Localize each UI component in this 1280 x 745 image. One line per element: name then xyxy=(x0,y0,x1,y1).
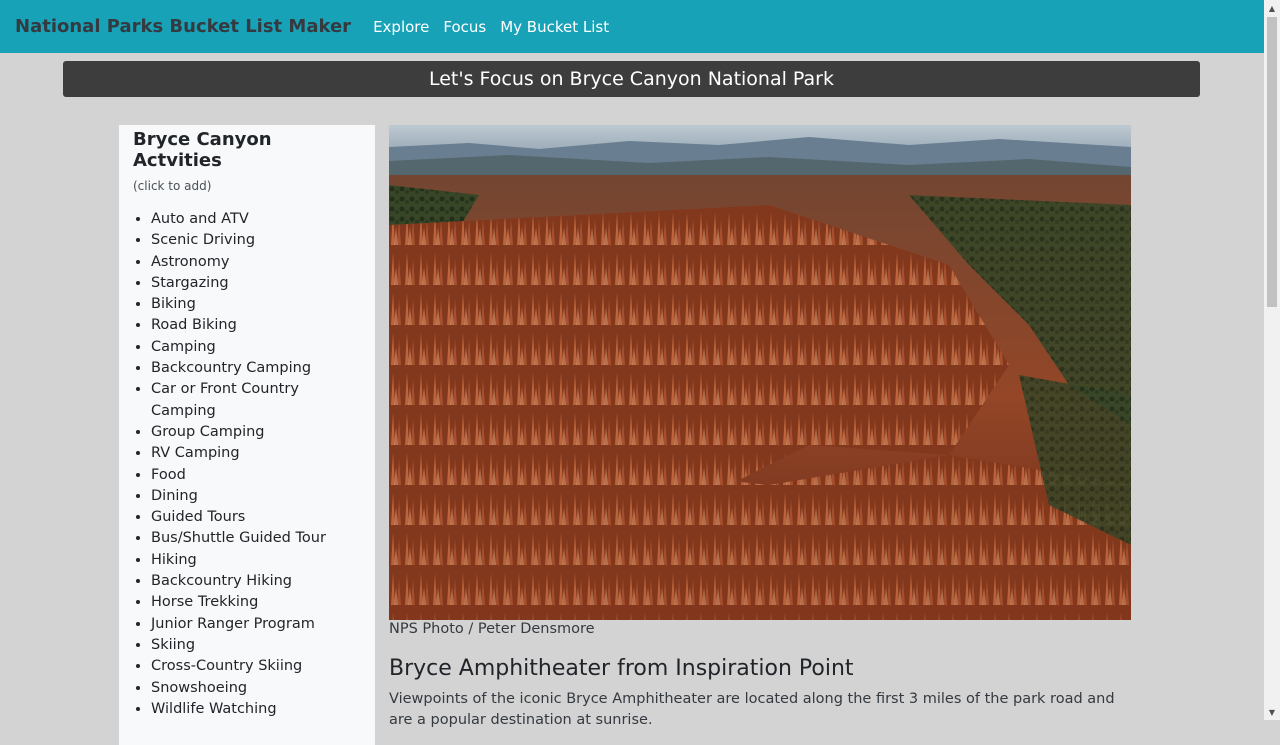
vertical-scrollbar[interactable]: ▲ ▼ xyxy=(1264,0,1280,720)
bryce-amphitheater-image xyxy=(389,125,1131,620)
activity-item[interactable]: Camping xyxy=(151,337,361,358)
top-navbar: National Parks Bucket List Maker Explore… xyxy=(0,0,1264,53)
activity-item[interactable]: Snowshoeing xyxy=(151,678,361,699)
activity-item[interactable]: Group Camping xyxy=(151,422,361,443)
activity-item[interactable]: RV Camping xyxy=(151,443,361,464)
scrollbar-thumb[interactable] xyxy=(1267,17,1277,307)
focus-banner-text: Let's Focus on Bryce Canyon National Par… xyxy=(428,68,834,90)
activity-item[interactable]: Junior Ranger Program xyxy=(151,614,361,635)
focus-banner: Let's Focus on Bryce Canyon National Par… xyxy=(63,61,1200,97)
sidebar-title: Bryce Canyon Actvities xyxy=(133,129,272,171)
activity-item[interactable]: Food xyxy=(151,465,361,486)
activity-item[interactable]: Road Biking xyxy=(151,315,361,336)
activity-item[interactable]: Backcountry Camping xyxy=(151,358,361,379)
activity-item[interactable]: Biking xyxy=(151,294,361,315)
activity-item[interactable]: Stargazing xyxy=(151,273,361,294)
activity-item[interactable]: Wildlife Watching xyxy=(151,699,361,720)
photo-credit: NPS Photo / Peter Densmore xyxy=(389,621,595,637)
activity-item[interactable]: Bus/Shuttle Guided Tour xyxy=(151,528,361,549)
activity-item[interactable]: Hiking xyxy=(151,550,361,571)
activity-item[interactable]: Auto and ATV xyxy=(151,209,361,230)
activity-item[interactable]: Horse Trekking xyxy=(151,592,361,613)
activity-item[interactable]: Dining xyxy=(151,486,361,507)
activity-item[interactable]: Skiing xyxy=(151,635,361,656)
nav-link-my-bucket-list[interactable]: My Bucket List xyxy=(493,18,616,36)
activities-sidebar: Bryce Canyon Actvities (click to add) Au… xyxy=(119,125,375,745)
park-photo xyxy=(389,125,1131,620)
activity-item[interactable]: Scenic Driving xyxy=(151,230,361,251)
scroll-up-icon[interactable]: ▲ xyxy=(1264,0,1280,16)
activity-item[interactable]: Guided Tours xyxy=(151,507,361,528)
sidebar-hint: (click to add) xyxy=(133,179,212,193)
nav-link-focus[interactable]: Focus xyxy=(436,18,493,36)
section-title: Bryce Amphitheater from Inspiration Poin… xyxy=(389,656,854,681)
activity-item[interactable]: Astronomy xyxy=(151,252,361,273)
activity-list: Auto and ATVScenic DrivingAstronomyStarg… xyxy=(133,209,361,720)
section-description: Viewpoints of the iconic Bryce Amphithea… xyxy=(389,691,1115,728)
activity-item[interactable]: Backcountry Hiking xyxy=(151,571,361,592)
nav-link-explore[interactable]: Explore xyxy=(366,18,436,36)
brand-title[interactable]: National Parks Bucket List Maker xyxy=(15,16,351,37)
scroll-down-icon[interactable]: ▼ xyxy=(1264,704,1280,720)
nav-links: Explore Focus My Bucket List xyxy=(366,18,616,36)
activity-item[interactable]: Cross-Country Skiing xyxy=(151,656,361,677)
activity-item[interactable]: Car or Front Country Camping xyxy=(151,379,361,422)
